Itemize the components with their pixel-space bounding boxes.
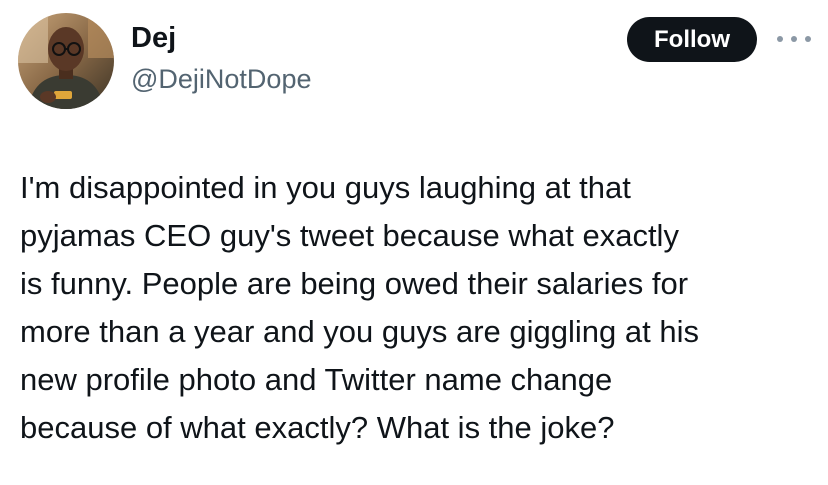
more-dot xyxy=(791,36,797,42)
tweet-text-line: I'm disappointed in you guys laughing at… xyxy=(20,170,631,205)
tweet-text-line: more than a year and you guys are giggli… xyxy=(20,314,699,349)
tweet-text-line: because of what exactly? What is the jok… xyxy=(20,410,615,445)
tweet-text-line: pyjamas CEO guy's tweet because what exa… xyxy=(20,218,679,253)
author-display-name[interactable]: Dej xyxy=(131,20,176,56)
follow-button[interactable]: Follow xyxy=(627,17,757,62)
avatar[interactable] xyxy=(18,13,114,109)
tweet-text-line: is funny. People are being owed their sa… xyxy=(20,266,689,301)
tweet-text-line: new profile photo and Twitter name chang… xyxy=(20,362,613,397)
more-horizontal-icon[interactable] xyxy=(777,32,811,46)
tweet-card: Dej @DejiNotDope Follow I'm disappointed… xyxy=(0,0,828,485)
more-dot xyxy=(777,36,783,42)
avatar-photo xyxy=(18,13,114,109)
author-handle[interactable]: @DejiNotDope xyxy=(131,62,311,96)
tweet-text: I'm disappointed in you guys laughing at… xyxy=(20,164,820,452)
more-dot xyxy=(805,36,811,42)
